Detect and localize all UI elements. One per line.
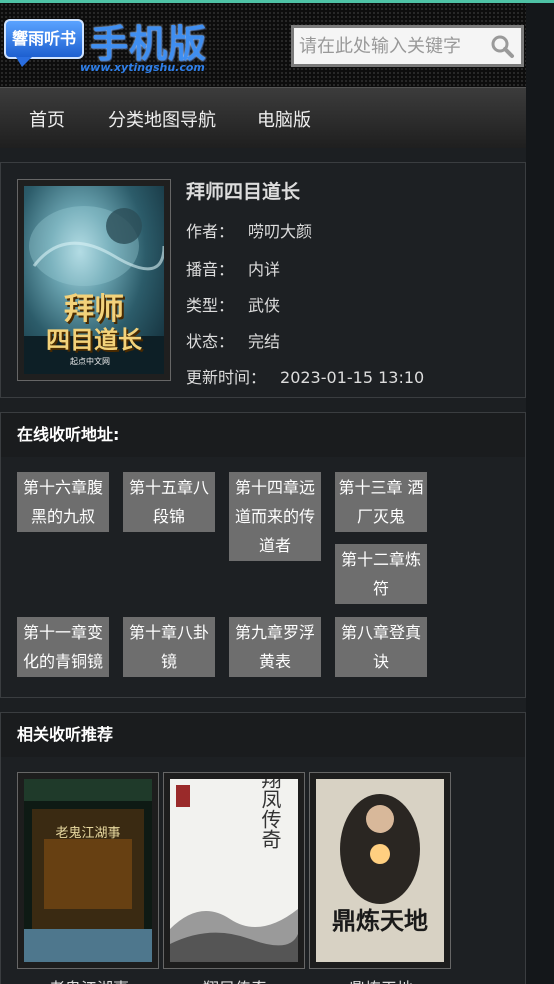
- logo-badge: 響雨听书: [4, 19, 84, 67]
- listen-heading: 在线收听地址:: [1, 413, 525, 457]
- cover-text: 翔凤传奇: [258, 779, 282, 849]
- page-side-gutter: [526, 3, 554, 984]
- chapter-link[interactable]: 第十三章 酒厂灭鬼: [335, 472, 427, 532]
- book-author-row: 作者： 唠叨大颜: [186, 218, 312, 242]
- listen-panel: 在线收听地址: 第十六章腹黑的九叔 第十五章八段锦 第十四章远道而来的传道者 第…: [0, 412, 526, 698]
- recommend-title: 翔凤传奇: [164, 975, 306, 984]
- book-cover-image: 拜师 四目道长 起点中文网: [24, 186, 164, 374]
- search-field-wrap: [294, 28, 521, 64]
- recommend-item[interactable]: 鼎炼天地 鼎炼天地: [309, 772, 451, 984]
- main-nav: 首页 分类地图导航 电脑版: [0, 87, 526, 148]
- site-logo[interactable]: 響雨听书 手机版 www.xytingshu.com: [4, 17, 214, 77]
- updated-label: 更新时间：: [186, 368, 267, 387]
- book-narrator-row: 播音： 内详: [186, 256, 280, 280]
- book-updated-row: 更新时间： 2023-01-15 13:10: [186, 364, 424, 388]
- chapter-link[interactable]: 第十章八卦镜: [123, 617, 215, 677]
- nav-home[interactable]: 首页: [29, 106, 65, 132]
- book-status-row: 状态： 完结: [186, 328, 280, 352]
- recommend-item[interactable]: 老鬼江湖事 老鬼江湖事: [17, 772, 159, 984]
- page: 響雨听书 手机版 www.xytingshu.com 首页 分类地图导航 电脑版: [0, 3, 526, 984]
- book-title: 拜师四目道长: [186, 181, 301, 203]
- nav-category-map[interactable]: 分类地图导航: [108, 106, 216, 132]
- book-cover[interactable]: 拜师 四目道长 起点中文网: [17, 179, 171, 381]
- recommend-title: 鼎炼天地: [310, 975, 452, 984]
- type-label: 类型：: [186, 296, 235, 315]
- cover-publisher: 起点中文网: [70, 357, 110, 366]
- book-type-row: 类型： 武侠: [186, 292, 280, 316]
- chapter-link[interactable]: 第八章登真诀: [335, 617, 427, 677]
- author-label: 作者：: [186, 222, 235, 241]
- recommend-item[interactable]: 翔凤传奇 翔凤传奇: [163, 772, 305, 984]
- recommend-panel: 相关收听推荐 老鬼江湖事 老鬼江湖事: [0, 712, 526, 984]
- chapter-link[interactable]: 第十四章远道而来的传道者: [229, 472, 321, 561]
- cover-text: 老鬼江湖事: [55, 825, 120, 841]
- chapter-link[interactable]: 第十一章变化的青铜镜: [17, 617, 109, 677]
- logo-title: 手机版: [90, 21, 208, 66]
- nav-desktop-version[interactable]: 电脑版: [257, 106, 311, 132]
- search-icon[interactable]: [489, 33, 515, 59]
- cover-title-line2: 四目道长: [46, 325, 142, 354]
- type-value: 武侠: [248, 296, 281, 315]
- updated-value: 2023-01-15 13:10: [280, 368, 425, 387]
- chapter-link[interactable]: 第十二章炼符: [335, 544, 427, 604]
- status-label: 状态：: [186, 332, 235, 351]
- chapter-link[interactable]: 第十六章腹黑的九叔: [17, 472, 109, 532]
- recommend-cover-image: 翔凤传奇: [170, 779, 298, 962]
- header: 響雨听书 手机版 www.xytingshu.com: [0, 3, 526, 87]
- recommend-title: 老鬼江湖事: [18, 975, 160, 984]
- status-value: 完结: [248, 332, 281, 351]
- recommend-heading: 相关收听推荐: [1, 713, 525, 757]
- search-input[interactable]: [299, 30, 479, 62]
- chapter-link[interactable]: 第十五章八段锦: [123, 472, 215, 532]
- author-value: 唠叨大颜: [248, 222, 313, 241]
- chapter-link[interactable]: 第九章罗浮黄表: [229, 617, 321, 677]
- book-info-panel: 拜师 四目道长 起点中文网 拜师四目道长 作者： 唠叨大颜 播音： 内详 类型： 武侠…: [0, 162, 526, 398]
- narrator-label: 播音：: [186, 260, 235, 279]
- search-box: [291, 25, 524, 67]
- narrator-value: 内详: [248, 260, 281, 279]
- recommend-cover-image: 老鬼江湖事: [24, 779, 152, 962]
- recommend-cover-image: 鼎炼天地: [316, 779, 444, 962]
- cover-text: 鼎炼天地: [332, 906, 428, 935]
- logo-url: www.xytingshu.com: [80, 61, 205, 74]
